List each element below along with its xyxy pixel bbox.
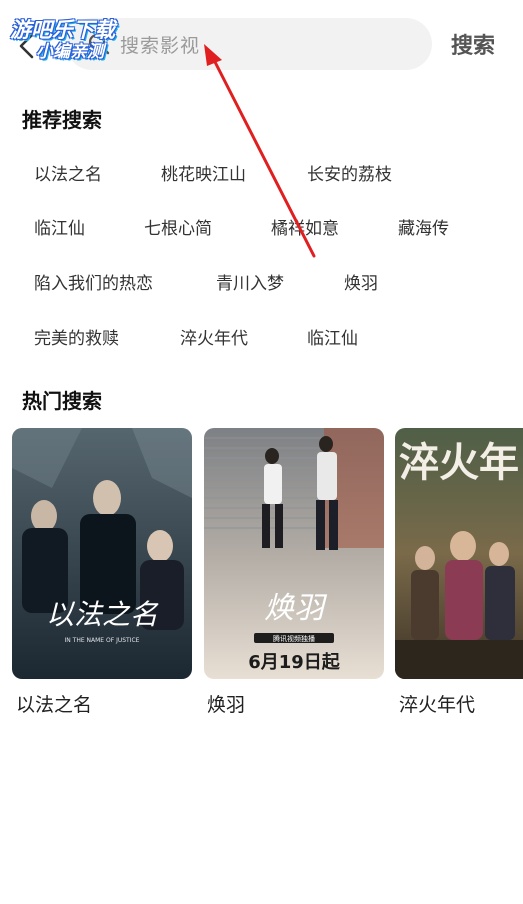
search-button[interactable]: 搜索 xyxy=(451,28,495,60)
poster-subtitle: IN THE NAME OF JUSTICE xyxy=(65,637,140,644)
poster-card[interactable]: 淬火年 xyxy=(395,428,523,679)
recommended-item[interactable]: 长安的荔枝 xyxy=(307,160,392,185)
recommended-title: 推荐搜索 xyxy=(22,108,102,132)
recommended-item[interactable]: 七根心简 xyxy=(144,214,212,239)
poster-date: 6月19日起 xyxy=(248,651,341,673)
recommended-item[interactable]: 陷入我们的热恋 xyxy=(34,269,153,294)
recommended-item[interactable]: 以法之名 xyxy=(34,160,102,185)
poster-image: 焕羽 腾讯视频独播 6月19日起 xyxy=(204,428,384,679)
recommended-item[interactable]: 焕羽 xyxy=(344,269,378,294)
watermark-logo: 游吧乐下载 小编亲测 xyxy=(10,14,150,64)
poster-card[interactable]: 以法之名 IN THE NAME OF JUSTICE xyxy=(12,428,192,679)
hot-title: 热门搜索 xyxy=(22,389,102,413)
recommended-item[interactable]: 藏海传 xyxy=(398,214,449,239)
poster-image: 淬火年 xyxy=(395,428,523,679)
poster-caption[interactable]: 焕羽 xyxy=(207,690,245,717)
recommended-item[interactable]: 临江仙 xyxy=(34,214,85,239)
recommended-item[interactable]: 橘祥如意 xyxy=(271,214,339,239)
poster-caption[interactable]: 以法之名 xyxy=(16,690,92,717)
recommended-item[interactable]: 完美的救赎 xyxy=(34,324,119,349)
poster-image: 以法之名 IN THE NAME OF JUSTICE xyxy=(12,428,192,679)
poster-title-art: 以法之名 xyxy=(46,598,159,631)
poster-card[interactable]: 焕羽 腾讯视频独播 6月19日起 xyxy=(204,428,384,679)
poster-badge: 腾讯视频独播 xyxy=(273,634,315,643)
poster-title-art: 淬火年 xyxy=(399,439,519,486)
recommended-item[interactable]: 青川入梦 xyxy=(216,269,284,294)
watermark-line2: 小编亲测 xyxy=(36,42,104,62)
recommended-item[interactable]: 淬火年代 xyxy=(180,324,248,349)
poster-title-art: 焕羽 xyxy=(264,591,328,626)
poster-caption[interactable]: 淬火年代 xyxy=(399,690,475,717)
recommended-item[interactable]: 临江仙 xyxy=(307,324,358,349)
recommended-item[interactable]: 桃花映江山 xyxy=(161,160,246,185)
